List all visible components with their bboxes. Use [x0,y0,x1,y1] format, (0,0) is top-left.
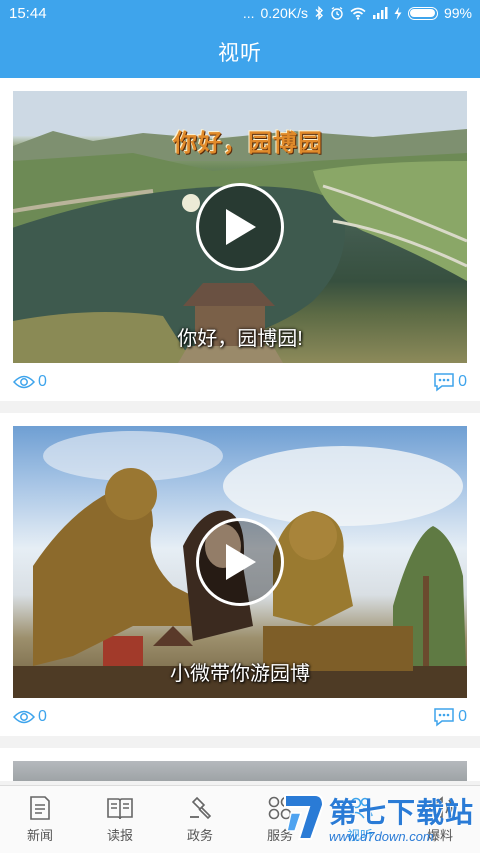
play-button[interactable] [196,183,284,271]
view-count: 0 [13,708,47,726]
more-dots: ... [242,5,255,21]
watermark-url: www.d7down.com [328,828,434,844]
view-count: 0 [13,373,47,391]
gavel-icon [190,796,212,820]
battery-level-fill [410,9,436,17]
eye-icon [13,375,35,389]
play-icon [226,209,256,245]
charging-icon [394,6,402,20]
comment-icon [434,708,454,727]
newspaper-icon [30,796,50,820]
signal-icon [372,7,388,19]
tab-label: 政务 [186,828,213,843]
video-thumbnail[interactable]: 小微带你游园博 [13,426,467,698]
app-header: 视听 [0,26,480,78]
comment-count-value: 0 [458,708,467,725]
status-bar: 15:44 ... 0.20K/s 99% [0,0,480,26]
network-speed: 0.20K/s [260,5,308,21]
wifi-icon [350,7,366,20]
video-thumbnail[interactable]: 你好，园博园 你好，园博园! [13,91,467,363]
comment-count[interactable]: 0 [433,707,467,727]
video-card[interactable] [0,748,480,781]
bluetooth-icon [315,6,323,20]
battery-percent: 99% [443,5,472,21]
eye-icon [13,710,35,724]
comment-icon [434,373,454,392]
play-button[interactable] [196,518,284,606]
view-count-value: 0 [38,708,47,725]
tab-government[interactable]: 政务 [160,786,240,853]
page-title: 视听 [218,42,262,65]
video-meta: 0 0 [13,363,467,401]
view-count-value: 0 [38,373,47,390]
video-meta: 0 0 [13,698,467,736]
watermark-name: 第七下载站 [328,796,474,828]
video-caption: 小微带你游园博 [170,663,310,685]
comment-count[interactable]: 0 [433,372,467,392]
video-thumbnail[interactable] [13,761,467,781]
video-card[interactable]: 你好，园博园 你好，园博园! 0 0 [0,78,480,401]
tab-read-paper[interactable]: 读报 [80,786,160,853]
tab-news[interactable]: 新闻 [0,786,80,853]
book-icon [107,798,133,820]
video-card[interactable]: 小微带你游园博 0 0 [0,413,480,736]
tab-label: 读报 [106,828,133,843]
status-time: 15:44 [9,4,47,22]
d7-logo [283,794,324,840]
comment-count-value: 0 [458,373,467,390]
tab-label: 新闻 [26,828,53,843]
battery-icon [407,6,438,20]
video-caption: 你好，园博园! [177,328,303,350]
video-feed[interactable]: 你好，园博园 你好，园博园! 0 0 小微带你游园博 0 0 [0,78,480,785]
status-icons: ... 0.20K/s 99% [243,5,472,21]
alarm-icon [331,6,343,20]
play-icon [226,544,256,580]
site-watermark: 第七下载站 www.d7down.com [281,787,474,847]
video-overlay-title: 你好，园博园 [173,130,323,157]
